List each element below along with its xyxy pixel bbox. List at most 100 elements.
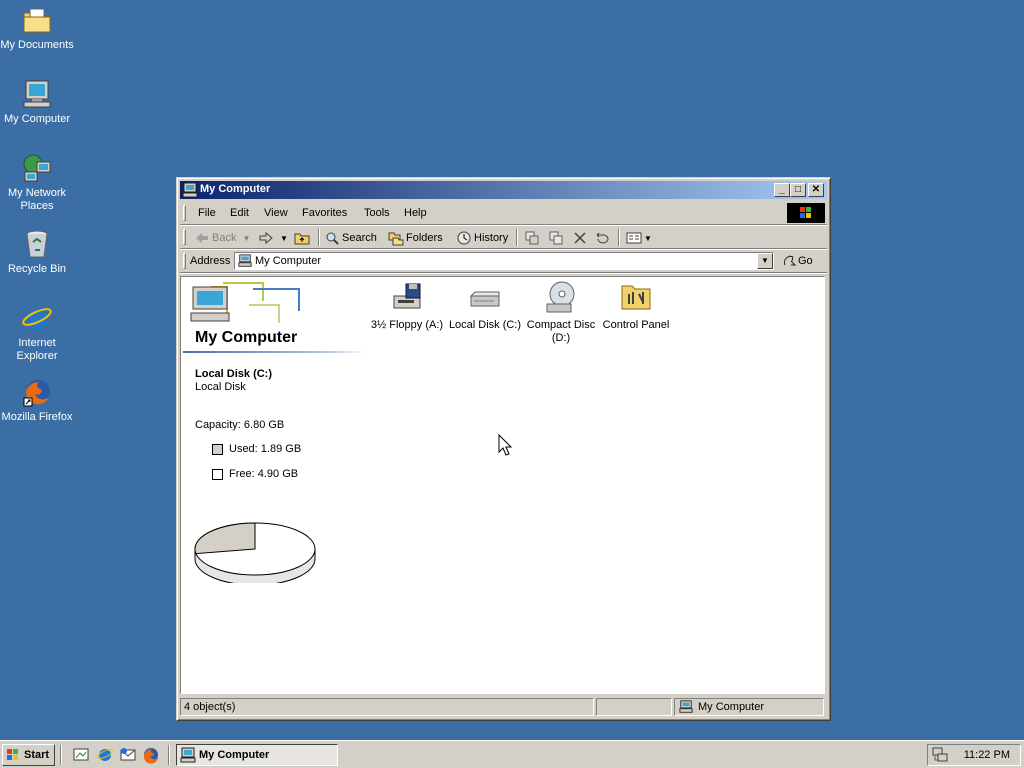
task-button-label: My Computer bbox=[199, 749, 270, 761]
desktop-icon-label: Mozilla Firefox bbox=[1, 411, 73, 423]
mouse-cursor-icon bbox=[498, 434, 512, 456]
go-label: Go bbox=[798, 255, 813, 267]
control-panel-icon bbox=[621, 285, 651, 310]
forward-arrow-icon bbox=[259, 231, 273, 245]
desktop-icon-label: My Network Places bbox=[7, 187, 67, 212]
ie-icon bbox=[22, 308, 52, 329]
toolbar-grip[interactable] bbox=[183, 229, 186, 245]
show-desktop-icon[interactable] bbox=[72, 746, 90, 764]
menu-edit[interactable]: Edit bbox=[230, 207, 249, 219]
desktop-icon-my-computer[interactable]: My Computer bbox=[0, 78, 74, 126]
history-label: History bbox=[474, 232, 509, 244]
network-tray-icon[interactable] bbox=[931, 746, 949, 764]
toolbar-grip[interactable] bbox=[183, 205, 186, 221]
start-button[interactable]: Start bbox=[2, 744, 55, 766]
selected-item-name: Local Disk (C:) bbox=[195, 368, 273, 380]
chevron-down-icon[interactable]: ▼ bbox=[280, 234, 288, 243]
go-button[interactable]: Go bbox=[782, 253, 813, 269]
folder-view[interactable]: My Computer Local Disk (C:) Local Disk C… bbox=[180, 276, 825, 694]
views-icon bbox=[626, 232, 642, 244]
ie-quick-launch-icon[interactable] bbox=[96, 746, 114, 764]
folders-button[interactable]: Folders bbox=[388, 229, 443, 247]
desktop-icon-internet-explorer[interactable]: Internet Explorer bbox=[0, 302, 74, 363]
computer-icon bbox=[238, 254, 252, 267]
folders-label: Folders bbox=[406, 232, 443, 244]
toolbar-separator bbox=[318, 229, 320, 246]
title-bar[interactable]: My Computer _ □ ✕ bbox=[180, 181, 827, 199]
copy-to-icon bbox=[549, 231, 563, 245]
back-label: Back bbox=[212, 232, 237, 244]
desktop-icon-label: My Documents bbox=[0, 39, 74, 51]
computer-icon bbox=[180, 747, 196, 763]
firefox-quick-launch-icon[interactable] bbox=[142, 746, 160, 764]
delete-button[interactable] bbox=[572, 229, 590, 247]
undo-icon bbox=[596, 232, 609, 244]
taskbar: Start My Computer 11:22 PM bbox=[0, 740, 1024, 768]
window-title: My Computer bbox=[200, 183, 271, 195]
status-count: 4 object(s) bbox=[180, 698, 594, 716]
minimize-button[interactable]: _ bbox=[774, 183, 790, 197]
toolbar-grip[interactable] bbox=[183, 253, 186, 269]
item-label: 3½ Floppy (A:) bbox=[370, 319, 444, 331]
menu-help[interactable]: Help bbox=[404, 207, 427, 219]
move-to-button[interactable] bbox=[524, 229, 542, 247]
local-disk-item[interactable]: Local Disk (C:) bbox=[445, 280, 525, 332]
panel-title: My Computer bbox=[195, 329, 298, 346]
selected-item-type: Local Disk bbox=[195, 381, 246, 393]
maximize-button[interactable]: □ bbox=[790, 183, 806, 197]
task-button-my-computer[interactable]: My Computer bbox=[176, 744, 338, 766]
disk-usage-pie bbox=[194, 522, 316, 583]
address-field[interactable]: My Computer ▼ bbox=[234, 252, 774, 270]
chevron-down-icon[interactable]: ▼ bbox=[242, 234, 250, 243]
desktop-icon-my-network-places[interactable]: My Network Places bbox=[0, 152, 74, 213]
desktop-icon-label: Recycle Bin bbox=[7, 263, 67, 275]
clock[interactable]: 11:22 PM bbox=[964, 749, 1010, 761]
desktop-icon-mozilla-firefox[interactable]: Mozilla Firefox bbox=[0, 376, 74, 424]
floppy-drive-item[interactable]: 3½ Floppy (A:) bbox=[367, 280, 447, 332]
history-icon bbox=[457, 231, 471, 245]
menu-favorites[interactable]: Favorites bbox=[302, 207, 347, 219]
address-dropdown-button[interactable]: ▼ bbox=[757, 253, 773, 269]
desktop-icon-my-documents[interactable]: My Documents bbox=[0, 4, 74, 52]
views-button[interactable]: ▼ bbox=[626, 229, 652, 247]
move-to-icon bbox=[525, 231, 539, 245]
close-button[interactable]: ✕ bbox=[808, 183, 824, 197]
up-folder-icon bbox=[294, 233, 310, 245]
capacity-text: Capacity: 6.80 GB bbox=[195, 419, 285, 431]
windows-logo-icon bbox=[787, 203, 825, 223]
status-location: My Computer bbox=[674, 698, 824, 716]
windows-logo-icon bbox=[7, 749, 18, 760]
history-button[interactable]: History bbox=[456, 229, 508, 247]
desktop-icon-label: My Computer bbox=[3, 113, 71, 125]
floppy-drive-icon bbox=[393, 283, 421, 309]
item-label: Control Panel bbox=[602, 319, 670, 331]
folders-icon bbox=[388, 232, 404, 246]
address-value: My Computer bbox=[255, 255, 322, 267]
taskbar-separator bbox=[60, 745, 62, 765]
menu-file[interactable]: File bbox=[198, 207, 216, 219]
used-legend: Used: 1.89 GB bbox=[212, 443, 301, 455]
up-folder-button[interactable] bbox=[294, 229, 312, 247]
compact-disc-item[interactable]: Compact Disc (D:) bbox=[521, 280, 601, 345]
outlook-express-icon[interactable] bbox=[119, 746, 137, 764]
menu-view[interactable]: View bbox=[264, 207, 288, 219]
chevron-down-icon[interactable]: ▼ bbox=[644, 234, 652, 243]
back-button[interactable]: Back ▼ bbox=[194, 229, 250, 247]
system-tray: 11:22 PM bbox=[927, 744, 1021, 766]
undo-button[interactable] bbox=[594, 229, 612, 247]
menu-tools[interactable]: Tools bbox=[364, 207, 390, 219]
address-label: Address bbox=[190, 255, 231, 267]
back-arrow-icon bbox=[196, 233, 208, 243]
status-bar: 4 object(s) My Computer bbox=[180, 698, 827, 717]
computer-icon bbox=[182, 182, 198, 198]
desktop-icon-recycle-bin[interactable]: Recycle Bin bbox=[0, 228, 74, 276]
recycle-bin-icon bbox=[26, 230, 48, 258]
delete-icon bbox=[574, 232, 586, 244]
control-panel-item[interactable]: Control Panel bbox=[596, 280, 676, 332]
copy-to-button[interactable] bbox=[548, 229, 566, 247]
forward-button[interactable]: ▼ bbox=[258, 229, 288, 247]
standard-toolbar: Back ▼ ▼ Search Folders History ▼ bbox=[180, 226, 827, 249]
search-label: Search bbox=[342, 232, 377, 244]
search-button[interactable]: Search bbox=[324, 229, 377, 247]
go-arrow-icon bbox=[783, 255, 797, 266]
